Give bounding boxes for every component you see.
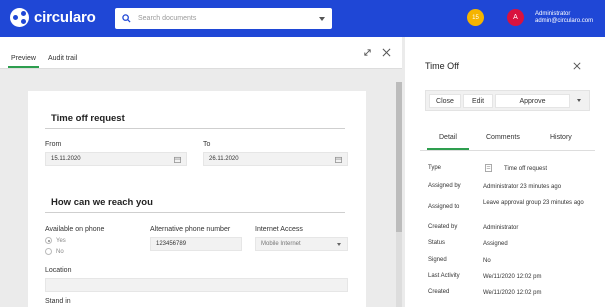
detail-value-status: Assigned — [483, 241, 508, 247]
to-label: To — [203, 141, 211, 148]
detail-value-signed: No — [483, 258, 491, 264]
preview-tabs: Preview Audit trail — [0, 37, 402, 69]
detail-label-created: Created — [428, 289, 450, 295]
radio-no-label: No — [56, 248, 64, 255]
brand-name: circularo — [34, 9, 96, 26]
detail-panel: Time Off Close Edit Approve Detail Comme… — [405, 37, 605, 307]
to-date-value: 26.11.2020 — [209, 156, 239, 162]
scrollbar-thumb[interactable] — [396, 82, 402, 232]
tab-comments[interactable]: Comments — [486, 134, 520, 141]
section-divider — [45, 212, 345, 213]
internet-select[interactable]: Mobile Internet — [255, 237, 348, 251]
section-title-reach: How can we reach you — [51, 197, 153, 208]
tab-preview[interactable]: Preview — [8, 55, 39, 68]
user-email: admin@circularo.com — [535, 18, 594, 24]
location-field[interactable] — [45, 278, 348, 292]
from-label: From — [45, 141, 62, 148]
detail-value-assigned-by: Administrator 23 minutes ago — [483, 184, 562, 190]
action-bar: Close Edit Approve — [425, 90, 590, 111]
radio-yes-label: Yes — [56, 237, 66, 244]
detail-label-assigned-by: Assigned by — [428, 183, 461, 189]
alt-phone-field[interactable]: 123456789 — [150, 237, 242, 251]
radio-yes[interactable]: Yes — [45, 237, 66, 244]
notification-badge[interactable]: 15 — [467, 9, 484, 26]
detail-label-type: Type — [428, 165, 442, 171]
tab-history[interactable]: History — [550, 134, 572, 141]
avatar[interactable]: A — [507, 9, 524, 26]
detail-value-assigned-to: Leave approval group 23 minutes ago — [483, 200, 584, 206]
to-date-field[interactable]: 26.11.2020 — [203, 152, 348, 166]
detail-tabs: Detail Comments History — [420, 129, 595, 151]
approve-button[interactable]: Approve — [495, 94, 570, 108]
radio-no-dot[interactable] — [45, 248, 52, 255]
chevron-down-icon[interactable] — [577, 99, 581, 102]
detail-value-created-by: Administrator — [483, 225, 519, 231]
from-date-value: 15.11.2020 — [51, 156, 81, 162]
section-divider — [45, 128, 345, 129]
section-title-time-off: Time off request — [51, 113, 125, 124]
alt-phone-label: Alternative phone number — [150, 226, 231, 233]
radio-yes-dot[interactable] — [45, 237, 52, 244]
search-box[interactable]: Search documents — [115, 8, 332, 29]
internet-value: Mobile Internet — [261, 241, 301, 247]
detail-label-last-activity: Last Activity — [428, 273, 460, 279]
detail-label-status: Status — [428, 240, 446, 246]
expand-icon[interactable] — [363, 48, 372, 57]
user-info[interactable]: Administrator admin@circularo.com — [535, 11, 593, 25]
tab-detail[interactable]: Detail — [427, 134, 469, 150]
detail-label-signed: Signed — [428, 257, 447, 263]
chevron-down-icon — [337, 243, 341, 246]
alt-phone-value: 123456789 — [156, 241, 187, 247]
tab-audit-trail[interactable]: Audit trail — [48, 55, 77, 62]
document-pane: Preview Audit trail Time off request Fro… — [0, 37, 402, 307]
document-icon — [485, 164, 492, 172]
search-input[interactable]: Search documents — [138, 15, 319, 22]
calendar-icon[interactable] — [335, 156, 342, 163]
logo[interactable]: circularo — [10, 8, 96, 27]
circularo-logo-icon — [10, 8, 29, 27]
detail-value-created: We/11/2020 12:02 pm — [483, 290, 542, 296]
search-icon — [122, 14, 131, 23]
panel-title: Time Off — [425, 61, 460, 71]
form-document: Time off request From 15.11.2020 To 26.1… — [28, 91, 366, 307]
edit-button[interactable]: Edit — [463, 94, 493, 108]
close-icon[interactable] — [573, 62, 581, 70]
stand-in-label: Stand in — [45, 298, 71, 305]
calendar-icon[interactable] — [174, 156, 181, 163]
search-dropdown-icon[interactable] — [319, 16, 325, 21]
top-bar: circularo Search documents 15 A Administ… — [0, 0, 605, 37]
user-name: Administrator — [535, 11, 571, 17]
close-icon[interactable] — [382, 48, 391, 57]
radio-no[interactable]: No — [45, 248, 64, 255]
detail-label-assigned-to: Assigned to — [428, 204, 460, 210]
detail-label-created-by: Created by — [428, 224, 458, 230]
detail-value-last-activity: We/11/2020 12:02 pm — [483, 274, 542, 280]
internet-label: Internet Access — [255, 226, 303, 233]
scrollbar[interactable] — [396, 82, 402, 307]
phone-label: Available on phone — [45, 226, 105, 233]
close-button[interactable]: Close — [429, 94, 461, 108]
location-label: Location — [45, 267, 72, 274]
from-date-field[interactable]: 15.11.2020 — [45, 152, 187, 166]
detail-value-type: Time off request — [504, 166, 548, 172]
